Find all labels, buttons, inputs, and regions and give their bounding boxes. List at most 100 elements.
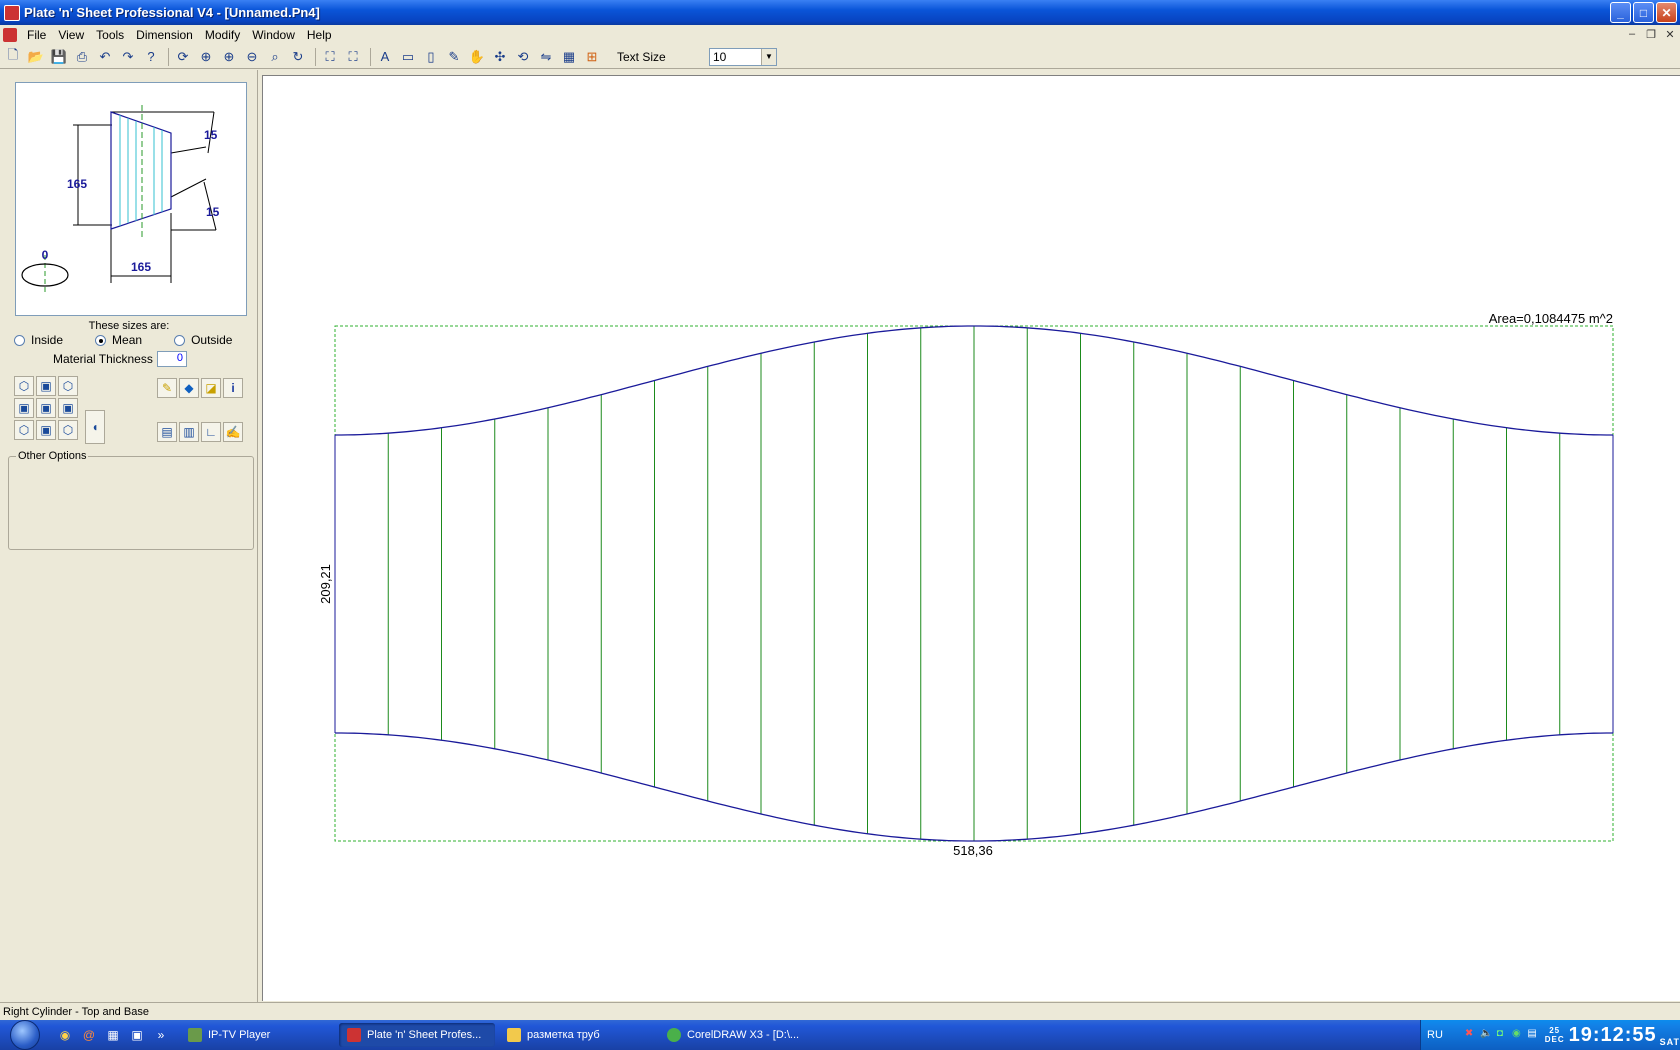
task-coreldraw-label: CorelDRAW X3 - [D:\... [687, 1029, 800, 1041]
shape-transition-icon[interactable]: ▣ [14, 398, 34, 418]
network-icon[interactable]: ✖ [1465, 1028, 1476, 1042]
start-button[interactable] [10, 1020, 40, 1050]
shape-diagram: 15 165 15 165 0 [15, 82, 247, 316]
text-size-label: Text Size [617, 49, 666, 64]
tv-icon [188, 1028, 202, 1042]
quicklaunch-desktop-icon[interactable]: ▣ [128, 1026, 146, 1044]
zoom-in-icon[interactable]: ⊕ [219, 47, 239, 67]
shape-frustum-icon[interactable]: ⬡ [14, 420, 34, 440]
radio-outside-dot[interactable] [174, 334, 186, 346]
shape-hopper-icon[interactable]: ▣ [36, 398, 56, 418]
rotate-tool-icon[interactable]: ⟲ [513, 47, 533, 67]
shape-box-icon[interactable]: ▣ [36, 376, 56, 396]
document-icon[interactable] [3, 28, 17, 42]
security-icon[interactable]: ◘ [1497, 1028, 1508, 1042]
vertical-dimension-icon[interactable]: ▯ [421, 47, 441, 67]
folder-icon [507, 1028, 521, 1042]
quicklaunch-network-icon[interactable]: ▦ [104, 1026, 122, 1044]
undo-icon[interactable]: ↶ [95, 47, 115, 67]
axes-icon[interactable]: ∟ [201, 422, 221, 442]
node-tool-icon[interactable]: ✣ [490, 47, 510, 67]
radio-inside[interactable]: Inside [14, 333, 63, 347]
toolbar-separator [370, 47, 371, 66]
tag-icon[interactable]: ◪ [201, 378, 221, 398]
radio-inside-dot[interactable] [14, 334, 25, 346]
mdi-close-button[interactable]: ✕ [1662, 27, 1678, 41]
task-platensheet[interactable]: Plate 'n' Sheet Profes... [339, 1023, 495, 1047]
drawing-canvas[interactable]: Area=0,1084475 m^2 209,21 518,36 [262, 75, 1680, 1001]
save-icon[interactable]: 💾 [49, 47, 69, 67]
shape-cone-icon[interactable]: ⬡ [14, 376, 34, 396]
measure-tool-icon[interactable]: ✎ [444, 47, 464, 67]
refresh-icon[interactable]: ⟳ [173, 47, 193, 67]
report-icon[interactable]: ▤ [157, 422, 177, 442]
zoom-all-icon[interactable]: ⌕ [265, 47, 285, 67]
cone-segment-icon[interactable]: ◖ [85, 410, 105, 444]
volume-icon[interactable]: 🔈 [1480, 1028, 1492, 1042]
radio-mean-dot[interactable] [95, 334, 107, 346]
grid-icon[interactable]: ⊞ [582, 47, 602, 67]
zoom-window-icon[interactable]: ⊕ [196, 47, 216, 67]
close-button[interactable]: ✕ [1656, 2, 1677, 23]
toolbar-separator [168, 47, 169, 66]
edit-icon[interactable]: ✍ [223, 422, 243, 442]
language-indicator[interactable]: RU [1427, 1029, 1443, 1041]
radio-mean[interactable]: Mean [95, 333, 142, 347]
app-icon[interactable] [4, 4, 20, 21]
text-tool-icon[interactable]: A [375, 47, 395, 67]
help-icon[interactable]: ? [141, 47, 161, 67]
safely-remove-icon[interactable]: ▤ [1527, 1028, 1538, 1042]
fit-extents-icon[interactable]: ⛶ [343, 47, 363, 67]
mdi-minimize-button[interactable]: – [1624, 27, 1640, 41]
zoom-out-icon[interactable]: ⊖ [242, 47, 262, 67]
dimension-tool-icon[interactable]: ▭ [398, 47, 418, 67]
shape-offset-icon[interactable]: ▣ [36, 420, 56, 440]
shape-duct-icon[interactable]: ▣ [58, 398, 78, 418]
clock-time: 19:12:55 [1568, 1023, 1657, 1046]
open-folder-icon[interactable]: 📂 [26, 47, 46, 67]
sheet-icon[interactable]: ▥ [179, 422, 199, 442]
minimize-button[interactable]: _ [1610, 2, 1631, 23]
nvidia-icon[interactable]: ◉ [1512, 1028, 1523, 1042]
coreldraw-icon [667, 1028, 681, 1042]
shape-selector-grid: ⬡ ▣ ⬡ ▣ ▣ ▣ ⬡ ▣ ⬡ [14, 376, 78, 440]
menu-modify[interactable]: Modify [199, 28, 246, 42]
menu-view[interactable]: View [52, 28, 90, 42]
redraw-icon[interactable]: ↻ [288, 47, 308, 67]
new-file-icon[interactable]: 🗋 [3, 47, 23, 67]
menu-help[interactable]: Help [301, 28, 338, 42]
toolbar: 🗋 📂 💾 ⎙ ↶ ↷ ? ⟳ ⊕ ⊕ ⊖ ⌕ ↻ ⛶ ⛶ A ▭ ▯ ✎ ✋ … [0, 45, 1680, 69]
clock[interactable]: 25 DEC 19:12:55 SAT [1545, 1024, 1680, 1047]
quicklaunch-more-icon[interactable]: » [152, 1026, 170, 1044]
menu-file[interactable]: File [21, 28, 52, 42]
radio-outside[interactable]: Outside [174, 333, 232, 347]
menu-dimension[interactable]: Dimension [130, 28, 199, 42]
material-thickness-input[interactable]: 0 [157, 351, 187, 367]
mirror-tool-icon[interactable]: ⇋ [536, 47, 556, 67]
radio-mean-label: Mean [112, 333, 143, 347]
title-bar[interactable]: Plate 'n' Sheet Professional V4 - [Unnam… [0, 0, 1680, 25]
3d-view-icon[interactable]: ◆ [179, 378, 199, 398]
clock-day-number: 25 [1549, 1026, 1561, 1035]
quicklaunch-mail-icon[interactable]: @ [80, 1026, 98, 1044]
print-icon[interactable]: ⎙ [72, 47, 92, 67]
status-text: Right Cylinder - Top and Base [3, 1005, 149, 1018]
chevron-down-icon[interactable]: ▼ [761, 48, 776, 65]
menu-tools[interactable]: Tools [90, 28, 130, 42]
redo-icon[interactable]: ↷ [118, 47, 138, 67]
pan-tool-icon[interactable]: ✋ [467, 47, 487, 67]
task-coreldraw[interactable]: CorelDRAW X3 - [D:\... [659, 1023, 815, 1047]
text-size-select[interactable]: 10 ▼ [709, 47, 777, 66]
maximize-button[interactable]: □ [1633, 2, 1654, 23]
table-icon[interactable]: ▦ [559, 47, 579, 67]
fit-view-icon[interactable]: ⛶ [320, 47, 340, 67]
info-icon[interactable]: i [223, 378, 243, 398]
menu-window[interactable]: Window [246, 28, 301, 42]
task-iptv[interactable]: IP-TV Player [180, 1023, 335, 1047]
shape-pyramid-icon[interactable]: ⬡ [58, 420, 78, 440]
ruler-icon[interactable]: ✎ [157, 378, 177, 398]
shape-prism-icon[interactable]: ⬡ [58, 376, 78, 396]
mdi-restore-button[interactable]: ❐ [1643, 27, 1659, 41]
quicklaunch-app-icon[interactable]: ◉ [56, 1026, 74, 1044]
task-folder[interactable]: разметка труб [499, 1023, 655, 1047]
